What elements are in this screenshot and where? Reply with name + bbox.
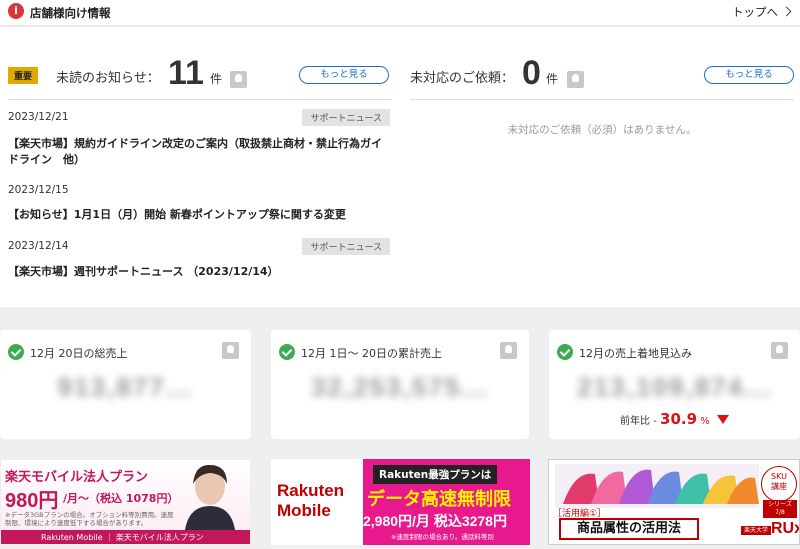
rakuten-mobile-logo: Rakuten Mobile bbox=[271, 459, 363, 545]
more-requests-button[interactable]: もっと見る bbox=[704, 66, 794, 84]
info-icon: i bbox=[8, 3, 24, 19]
down-arrow-icon bbox=[716, 415, 729, 424]
year-over-year: 前年比 - 30.9 % bbox=[549, 410, 800, 428]
notice-tag: サポートニュース bbox=[302, 238, 390, 255]
lightbulb-icon[interactable] bbox=[230, 71, 247, 88]
check-icon bbox=[557, 344, 573, 360]
rakuten-university-badge: 楽天大学 bbox=[741, 526, 772, 535]
rux-logo: RUx bbox=[771, 520, 800, 537]
more-notices-button[interactable]: もっと見る bbox=[299, 66, 389, 84]
banner-title: 楽天モバイル法人プラン bbox=[5, 470, 149, 485]
sku-course-badge: SKU 講座 bbox=[761, 466, 797, 502]
yoy-label: 前年比 - bbox=[620, 416, 657, 427]
banner-footer: Rakuten Mobile ｜ 楽天モバイル法人プラン bbox=[1, 530, 250, 544]
important-badge: 重要 bbox=[8, 67, 39, 84]
banner-saikyo-plan[interactable]: Rakuten Mobile Rakuten最強プランは データ高速無制限 2,9… bbox=[271, 459, 530, 545]
notice-panel: 重要 未読のお知らせ： 11 件 もっと見る 2023/12/21 サポートニュ… bbox=[0, 27, 800, 307]
unread-label: 未読のお知らせ： bbox=[56, 71, 160, 86]
yoy-value: 30.9 bbox=[660, 410, 698, 428]
sales-card-cumulative: 12月 1日〜 20日の累計売上 32,253,575... bbox=[271, 330, 529, 439]
yoy-unit: % bbox=[700, 416, 710, 427]
banner-mobile-corporate-plan[interactable]: 楽天モバイル法人プラン 980円 /月〜（税込 1078円） ※データ3GBプラ… bbox=[0, 459, 251, 545]
sales-card-daily: 12月 20日の総売上 913,877... bbox=[0, 330, 251, 439]
chevron-right-icon bbox=[781, 6, 792, 17]
notice-title-link[interactable]: 【お知らせ】1月1日（月）開始 新春ポイントアップ祭に関する変更 bbox=[8, 207, 392, 223]
page-title: 店舗様向け情報 bbox=[30, 6, 111, 20]
banner-headline: Rakuten最強プランは bbox=[373, 465, 498, 484]
banner-price: 980円 bbox=[5, 490, 59, 512]
logo-line1: Rakuten bbox=[277, 481, 345, 500]
sales-amount-blurred: 32,253,575... bbox=[311, 372, 489, 402]
lightbulb-icon[interactable] bbox=[771, 342, 788, 359]
sales-card-forecast: 12月の売上着地見込み 213,109,874... 前年比 - 30.9 % bbox=[549, 330, 800, 439]
check-icon bbox=[279, 344, 295, 360]
lightbulb-icon[interactable] bbox=[500, 342, 517, 359]
notice-date: 2023/12/14 bbox=[8, 240, 69, 252]
banner-price: 2,980円/月 税込3278円 bbox=[363, 513, 507, 529]
check-icon bbox=[8, 344, 24, 360]
pending-label: 未対応のご依頼： bbox=[410, 71, 515, 86]
banner-note: ※速度制限の場合あり。通話料等別 bbox=[391, 533, 494, 541]
unread-unit: 件 bbox=[210, 72, 223, 86]
sku-line1: SKU bbox=[771, 472, 787, 481]
notice-date: 2023/12/15 bbox=[8, 184, 69, 196]
card-title: 12月 20日の総売上 bbox=[30, 347, 128, 360]
notice-date: 2023/12/21 bbox=[8, 111, 69, 123]
divider bbox=[410, 99, 794, 100]
person-photo bbox=[185, 464, 235, 530]
lightbulb-icon[interactable] bbox=[567, 71, 584, 88]
top-bar: i 店舗様向け情報 トップへ bbox=[0, 0, 800, 26]
banner-price-sub: /月〜（税込 1078円） bbox=[63, 492, 179, 505]
sales-amount-blurred: 213,109,874... bbox=[577, 372, 772, 402]
notice-title-link[interactable]: 【楽天市場】規約ガイドライン改定のご案内（取扱禁止商材・禁止行為ガイドライン 他… bbox=[8, 136, 392, 168]
sku-line2: 講座 bbox=[771, 482, 787, 491]
top-link[interactable]: トップへ bbox=[732, 4, 792, 20]
card-title: 12月 1日〜 20日の累計売上 bbox=[301, 347, 442, 360]
banner-title: 商品属性の活用法 bbox=[559, 518, 699, 540]
notice-tag: サポートニュース bbox=[302, 109, 390, 126]
divider bbox=[8, 99, 392, 100]
unread-notices-section: 重要 未読のお知らせ： 11 件 もっと見る 2023/12/21 サポートニュ… bbox=[8, 27, 392, 307]
heels-image bbox=[555, 464, 759, 508]
lightbulb-icon[interactable] bbox=[222, 342, 239, 359]
top-link-label: トップへ bbox=[732, 5, 778, 19]
pending-requests-section: 未対応のご依頼： 0 件 もっと見る 未対応のご依頼（必須）はありません。 bbox=[410, 27, 794, 307]
empty-message: 未対応のご依頼（必須）はありません。 bbox=[507, 124, 697, 136]
unread-count: 11 bbox=[168, 54, 204, 92]
series-badge: シリーズ 7/8 bbox=[763, 500, 797, 518]
pending-unit: 件 bbox=[546, 72, 559, 86]
notice-title-link[interactable]: 【楽天市場】週刊サポートニュース （2023/12/14） bbox=[8, 264, 392, 280]
sales-amount-blurred: 913,877... bbox=[57, 372, 194, 402]
banner-rux-sku-course[interactable]: SKU 講座 シリーズ 7/8 ［活用編①］ 商品属性の活用法 楽天大学 RUx bbox=[548, 459, 800, 545]
pending-count: 0 bbox=[522, 54, 541, 92]
banner-main-copy: データ高速無制限 bbox=[367, 489, 511, 510]
banner-note: ※データ3GBプランの場合。オプション料等別費用。速度制限、環境により速度低下す… bbox=[5, 511, 174, 527]
logo-line2: Mobile bbox=[277, 501, 331, 520]
card-title: 12月の売上着地見込み bbox=[579, 347, 692, 360]
